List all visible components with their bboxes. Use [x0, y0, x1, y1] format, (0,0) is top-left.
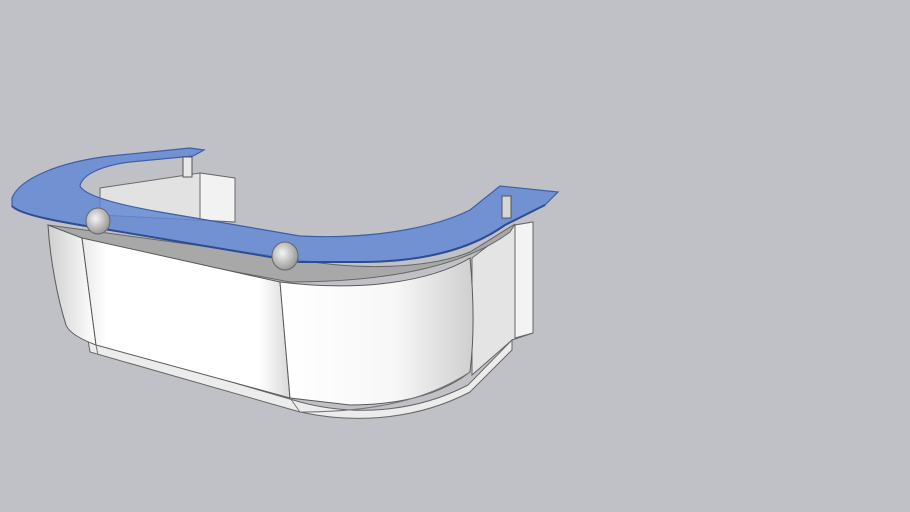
glass-standoff-center — [271, 241, 299, 271]
glass-support-post-right — [501, 195, 512, 219]
glass-support-post-left — [182, 156, 193, 178]
model-viewport[interactable] — [0, 0, 910, 512]
reception-desk-model — [11, 147, 560, 419]
glass-standoff-left — [85, 207, 111, 235]
